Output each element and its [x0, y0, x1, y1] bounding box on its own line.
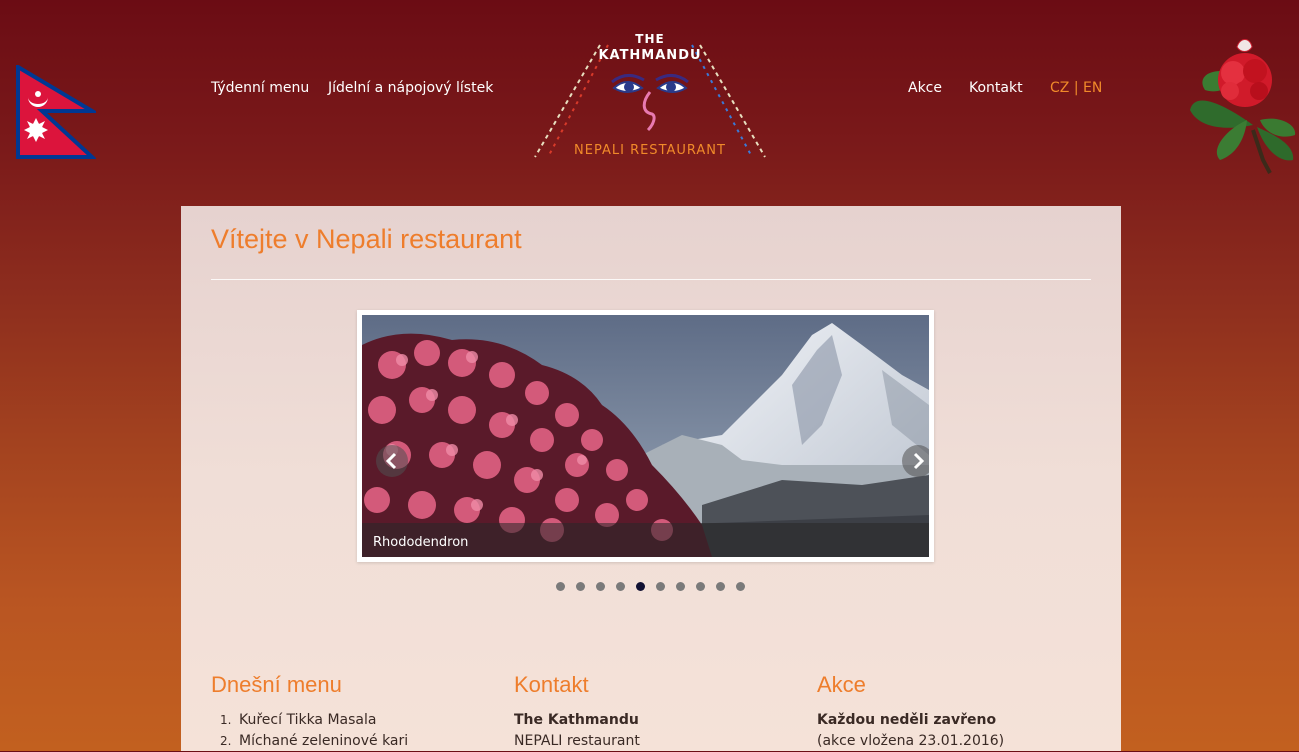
nav-item-events[interactable]: Akce [908, 80, 942, 96]
kathmandu-logo[interactable]: THE KATHMANDU NEPALI RESTAURANT [530, 30, 770, 162]
logo-the-text: THE [635, 32, 665, 46]
lang-en-link[interactable]: EN [1083, 80, 1102, 96]
slider-dot[interactable] [616, 582, 625, 591]
nav-item-weekly-menu[interactable]: Týdenní menu [211, 80, 309, 96]
nav-item-contact[interactable]: Kontakt [969, 80, 1023, 96]
chevron-right-icon [913, 452, 925, 470]
slider-pagination [556, 582, 756, 594]
event-posted-date: (akce vložena 23.01.2016) [817, 733, 1005, 749]
contact-line: NEPALI restaurant [514, 733, 640, 749]
event-title: Každou neděli zavřeno [817, 712, 997, 728]
lang-separator: | [1073, 80, 1079, 96]
chevron-left-icon [385, 452, 397, 470]
image-slider[interactable]: Rhododendron [357, 310, 934, 562]
contact-heading: Kontakt [514, 672, 589, 697]
slider-dot[interactable] [676, 582, 685, 591]
nav-link-contact[interactable]: Kontakt [969, 80, 1023, 96]
slider-dot[interactable] [556, 582, 565, 591]
logo-name-text: KATHMANDU [598, 48, 702, 63]
slide-image: Rhododendron [362, 315, 929, 557]
list-item-number: 1. [220, 713, 232, 727]
slider-dot[interactable] [596, 582, 605, 591]
slider-next-button[interactable] [902, 445, 929, 477]
content-panel: Vítejte v Nepali restaurant Rhododendron… [181, 206, 1121, 751]
slider-dot[interactable] [696, 582, 705, 591]
events-text: Každou neděli zavřeno (akce vložena 23.0… [817, 710, 1004, 752]
page-title: Vítejte v Nepali restaurant [211, 224, 522, 254]
list-item-number: 2. [220, 734, 232, 748]
events-heading: Akce [817, 672, 866, 697]
slider-dot[interactable] [656, 582, 665, 591]
contact-text: The Kathmandu NEPALI restaurant [514, 710, 640, 752]
slide-caption: Rhododendron [362, 523, 929, 557]
nav-link-events[interactable]: Akce [908, 80, 942, 96]
lang-cz-link[interactable]: CZ [1050, 80, 1069, 96]
slider-prev-button[interactable] [376, 445, 408, 477]
nepal-flag-image [16, 63, 100, 160]
nav-link-weekly-menu[interactable]: Týdenní menu [211, 80, 309, 96]
contact-section: Kontakt The Kathmandu NEPALI restaurant [514, 672, 794, 749]
list-item-label: Kuřecí Tikka Masala [239, 712, 377, 728]
language-switcher: CZ | EN [1050, 80, 1102, 96]
slider-dot[interactable] [576, 582, 585, 591]
slider-dot[interactable] [716, 582, 725, 591]
todays-menu-section: Dnešní menu 1. Kuřecí Tikka Masala 2. Mích… [211, 672, 491, 749]
slider-dot[interactable] [736, 582, 745, 591]
list-item: 1. Kuřecí Tikka Masala [211, 710, 408, 731]
nav-link-food-drink-menu[interactable]: Jídelní a nápojový lístek [328, 80, 493, 96]
todays-menu-heading: Dnešní menu [211, 672, 342, 697]
slider-dot[interactable] [636, 582, 645, 591]
logo-subtitle-text: NEPALI RESTAURANT [574, 143, 726, 158]
list-item: 2. Míchané zeleninové kari [211, 731, 408, 752]
title-divider [211, 279, 1091, 280]
list-item-label: Míchané zeleninové kari [239, 733, 409, 749]
slide-caption-text: Rhododendron [373, 535, 469, 550]
contact-name: The Kathmandu [514, 712, 639, 728]
nav-item-food-drink-menu[interactable]: Jídelní a nápojový lístek [328, 80, 493, 96]
rhododendron-flower-image [1185, 35, 1299, 175]
todays-menu-list: 1. Kuřecí Tikka Masala 2. Míchané zelenino… [211, 710, 408, 752]
events-section: Akce Každou neděli zavřeno (akce vložena… [817, 672, 1097, 749]
